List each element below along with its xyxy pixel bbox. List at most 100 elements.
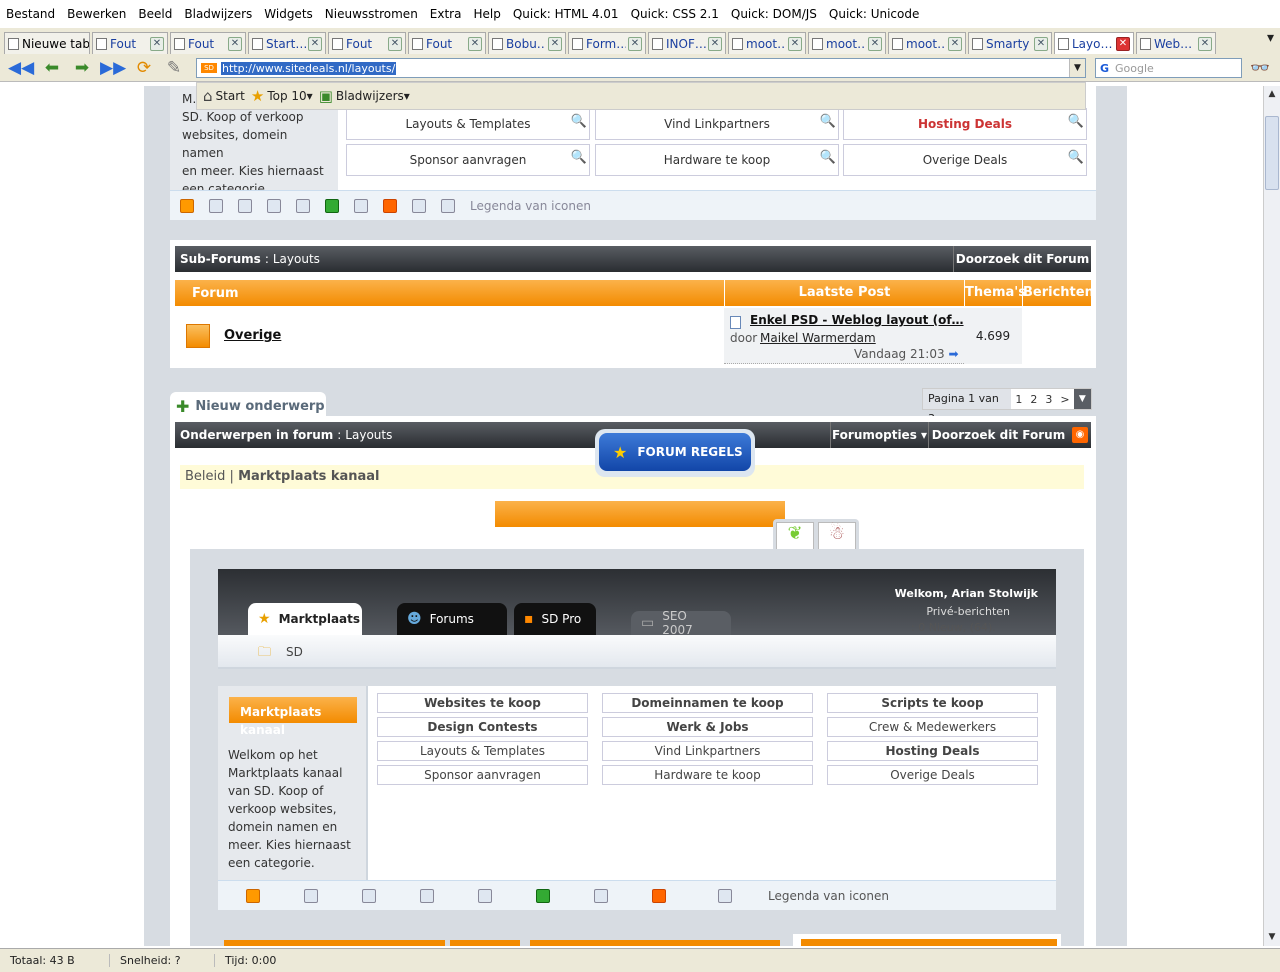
category-button[interactable]: Overige Deals 🔍: [843, 144, 1087, 176]
mp-tab-3[interactable]: ▭ SEO 2007: [631, 609, 731, 637]
menu-item-11[interactable]: Quick: Unicode: [823, 7, 925, 21]
mp-category-button[interactable]: Hardware te koop: [602, 765, 813, 785]
close-tab-icon[interactable]: ✕: [468, 36, 482, 51]
menu-item-4[interactable]: Widgets: [258, 7, 319, 21]
browser-tab-6[interactable]: Form… ✕: [568, 32, 646, 54]
rss-feed-icon[interactable]: ◉: [1072, 427, 1088, 443]
mp-category-button[interactable]: Overige Deals: [827, 765, 1038, 785]
tab-list-icon[interactable]: ▾: [1267, 30, 1274, 46]
mp-category-button[interactable]: Design Contests: [377, 717, 588, 737]
forum-options-button[interactable]: Forumopties ▾: [830, 422, 928, 448]
mp-tab-0[interactable]: ★ Marktplaats: [248, 603, 362, 635]
reload-icon[interactable]: ⟳: [132, 57, 156, 79]
close-tab-icon[interactable]: ✕: [1198, 36, 1212, 51]
close-tab-icon[interactable]: ✕: [548, 36, 562, 51]
scroll-down-icon[interactable]: ▼: [1264, 929, 1280, 946]
page-link-3[interactable]: 3: [1045, 393, 1052, 406]
subforum-search-button[interactable]: Doorzoek dit Forum ▾: [953, 246, 1091, 292]
magnifier-icon[interactable]: 🔍: [820, 143, 836, 173]
mp-sub-link[interactable]: SD: [286, 645, 303, 659]
address-bar[interactable]: SD http://www.sitedeals.nl/layouts/ ▼: [196, 58, 1086, 78]
mp-category-button[interactable]: Layouts & Templates: [377, 741, 588, 761]
browser-tab-3[interactable]: Fout ✕: [328, 32, 406, 54]
leaf-icon[interactable]: ❦: [776, 522, 814, 550]
page-link-2[interactable]: 2: [1030, 393, 1037, 406]
close-tab-icon[interactable]: ✕: [628, 36, 642, 51]
magnifier-icon[interactable]: 🔍: [1068, 143, 1084, 173]
browser-tab-8[interactable]: moot… ✕: [728, 32, 806, 54]
mp-category-button[interactable]: Websites te koop: [377, 693, 588, 713]
menu-item-1[interactable]: Bewerken: [61, 7, 132, 21]
bookmark-top10[interactable]: ★ Top 10 ▾: [251, 87, 313, 105]
mp-legend-link[interactable]: Legenda van iconen: [768, 889, 889, 903]
category-button[interactable]: Hardware te koop 🔍: [595, 144, 839, 176]
mp-category-button[interactable]: Crew & Medewerkers: [827, 717, 1038, 737]
close-tab-icon[interactable]: ✕: [228, 36, 242, 51]
last-post-link[interactable]: Enkel PSD - Weblog layout (of…: [750, 313, 964, 327]
menu-item-0[interactable]: Bestand: [0, 7, 61, 21]
browser-tab-0[interactable]: Fout ✕: [92, 32, 168, 54]
pagination-dropdown-icon[interactable]: ▼: [1073, 389, 1091, 409]
browser-tab-4[interactable]: Fout ✕: [408, 32, 486, 54]
next-page-link[interactable]: >: [1060, 393, 1069, 406]
scroll-up-icon[interactable]: ▲: [1264, 86, 1280, 103]
close-tab-icon[interactable]: ✕: [788, 36, 802, 51]
browser-tab-7[interactable]: INOF… ✕: [648, 32, 726, 54]
close-tab-icon[interactable]: ✕: [388, 36, 402, 51]
magnifier-icon[interactable]: 🔍: [1068, 107, 1084, 137]
menu-item-7[interactable]: Help: [467, 7, 506, 21]
category-button[interactable]: Hosting Deals 🔍: [843, 108, 1087, 140]
browser-tab-10[interactable]: moot… ✕: [888, 32, 966, 54]
menu-item-9[interactable]: Quick: CSS 2.1: [625, 7, 725, 21]
forum-link-overige[interactable]: Overige: [224, 328, 281, 343]
menu-item-6[interactable]: Extra: [424, 7, 468, 21]
back-icon[interactable]: ⬅: [40, 57, 64, 79]
close-tab-icon[interactable]: ✕: [948, 36, 962, 51]
bookmark-start[interactable]: ⌂ Start: [203, 87, 245, 105]
close-tab-icon[interactable]: ✕: [1034, 36, 1048, 51]
browser-tab-12[interactable]: Layo… ✕: [1054, 32, 1134, 54]
page-link-1[interactable]: 1: [1015, 393, 1022, 406]
close-tab-icon[interactable]: ✕: [1116, 36, 1130, 51]
magnifier-icon[interactable]: 🔍: [571, 107, 587, 137]
mp-category-button[interactable]: Vind Linkpartners: [602, 741, 813, 761]
go-to-post-icon[interactable]: ➡: [948, 347, 958, 361]
url-input[interactable]: http://www.sitedeals.nl/layouts/: [221, 61, 397, 75]
menu-item-5[interactable]: Nieuwsstromen: [319, 7, 424, 21]
mp-category-button[interactable]: Scripts te koop: [827, 693, 1038, 713]
fast-forward-icon[interactable]: ▶▶: [100, 57, 126, 79]
author-link[interactable]: Maikel Warmerdam: [760, 331, 876, 345]
forward-icon[interactable]: ➡: [70, 57, 94, 79]
mp-tab-1[interactable]: ☻ Forums: [397, 603, 507, 635]
browser-tab-2[interactable]: Start… ✕: [248, 32, 326, 54]
scroll-thumb[interactable]: [1265, 116, 1279, 190]
close-tab-icon[interactable]: ✕: [708, 36, 722, 51]
category-button[interactable]: Vind Linkpartners 🔍: [595, 108, 839, 140]
mp-category-button[interactable]: Werk & Jobs: [602, 717, 813, 737]
search-glasses-icon[interactable]: 👓: [1250, 58, 1270, 77]
magnifier-icon[interactable]: 🔍: [820, 107, 836, 137]
search-input[interactable]: G Google: [1095, 58, 1242, 78]
forum-rules-popup[interactable]: ★ FORUM REGELS: [595, 429, 755, 477]
close-tab-icon[interactable]: ✕: [868, 36, 882, 51]
vertical-scrollbar[interactable]: ▲ ▼: [1263, 86, 1280, 946]
mascot-icon[interactable]: ☃: [818, 522, 856, 550]
url-dropdown-icon[interactable]: ▼: [1069, 59, 1085, 77]
policy-link[interactable]: Beleid: [185, 469, 225, 484]
mp-category-button[interactable]: Sponsor aanvragen: [377, 765, 588, 785]
close-tab-icon[interactable]: ✕: [150, 36, 164, 51]
mp-category-button[interactable]: Hosting Deals: [827, 741, 1038, 761]
mp-category-button[interactable]: Domeinnamen te koop: [602, 693, 813, 713]
browser-tab-13[interactable]: Web… ✕: [1136, 32, 1216, 54]
menu-item-2[interactable]: Beeld: [132, 7, 178, 21]
menu-item-8[interactable]: Quick: HTML 4.01: [507, 7, 625, 21]
browser-tab-1[interactable]: Fout ✕: [170, 32, 246, 54]
marketplace-link[interactable]: Marktplaats kanaal: [238, 469, 379, 484]
close-tab-icon[interactable]: ✕: [308, 36, 322, 51]
new-tab-button[interactable]: Nieuwe tab: [4, 32, 90, 54]
menu-item-10[interactable]: Quick: DOM/JS: [725, 7, 823, 21]
bookmark-menu[interactable]: ▣ Bladwijzers ▾: [319, 87, 410, 105]
topic-search-button[interactable]: Doorzoek dit Forum ▾: [928, 422, 1068, 468]
legend-link[interactable]: Legenda van iconen: [470, 199, 591, 213]
browser-tab-9[interactable]: moot… ✕: [808, 32, 886, 54]
